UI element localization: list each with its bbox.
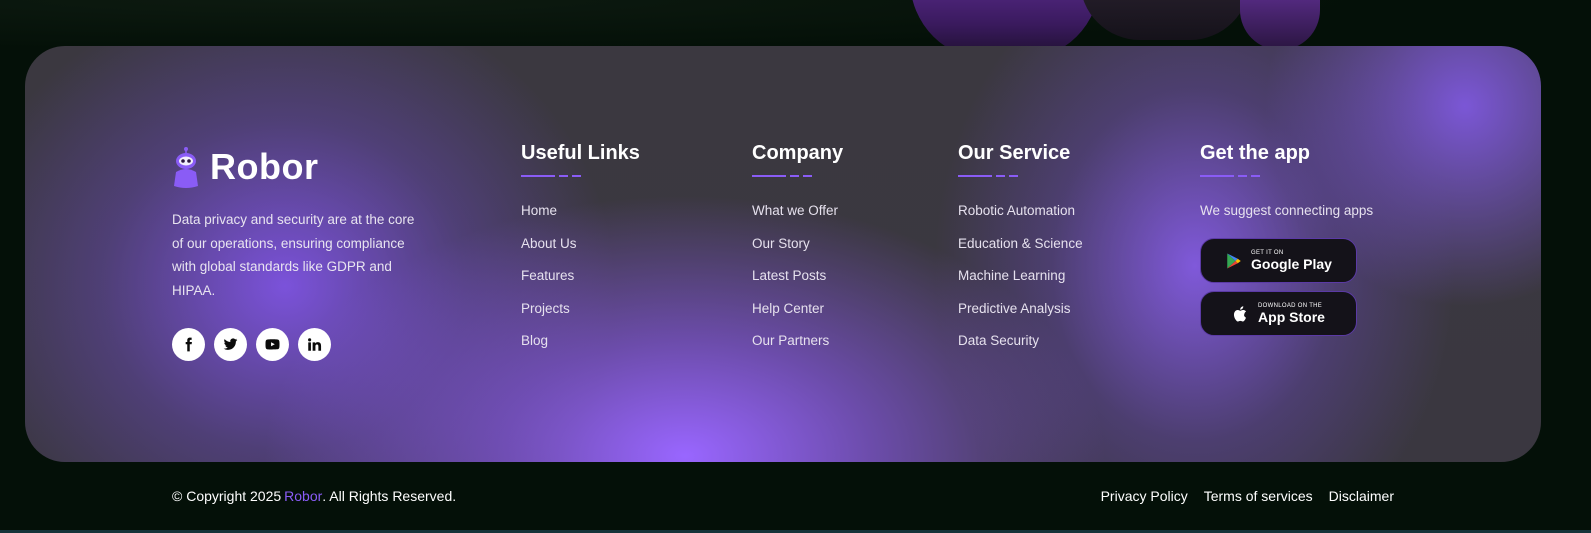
robot-body bbox=[1080, 0, 1250, 40]
get-app-column: Get the app We suggest connecting apps G… bbox=[1200, 142, 1373, 336]
facebook-button[interactable] bbox=[172, 328, 205, 361]
footer-link-latest-posts[interactable]: Latest Posts bbox=[752, 268, 843, 301]
app-store-big: App Store bbox=[1258, 309, 1325, 325]
get-app-title: Get the app bbox=[1200, 142, 1311, 164]
twitter-icon bbox=[223, 338, 238, 350]
footer-link-help-center[interactable]: Help Center bbox=[752, 301, 843, 334]
linkedin-icon bbox=[308, 338, 322, 351]
footer-link-predictive-analysis[interactable]: Predictive Analysis bbox=[958, 301, 1083, 334]
footer-link-what-we-offer[interactable]: What we Offer bbox=[752, 203, 843, 236]
footer-brand[interactable]: Robor bbox=[172, 146, 318, 188]
our-service-list: Robotic Automation Education & Science M… bbox=[958, 203, 1083, 366]
footer-link-blog[interactable]: Blog bbox=[521, 333, 640, 366]
footer-link-robotic-automation[interactable]: Robotic Automation bbox=[958, 203, 1083, 236]
our-service-column: Our Service Robotic Automation Education… bbox=[958, 142, 1083, 366]
footer-link-about-us[interactable]: About Us bbox=[521, 236, 640, 269]
get-app-subtitle: We suggest connecting apps bbox=[1200, 203, 1374, 218]
copyright-suffix: . All Rights Reserved. bbox=[322, 488, 457, 504]
company-column: Company What we Offer Our Story Latest P… bbox=[752, 142, 843, 366]
robot-arm-right bbox=[1240, 0, 1320, 50]
youtube-icon bbox=[265, 339, 280, 350]
footer-link-projects[interactable]: Projects bbox=[521, 301, 640, 334]
disclaimer-link[interactable]: Disclaimer bbox=[1329, 488, 1394, 504]
footer-link-education-science[interactable]: Education & Science bbox=[958, 236, 1083, 269]
google-play-button[interactable]: GET IT ON Google Play bbox=[1200, 238, 1357, 283]
copyright-prefix: © Copyright 2025 bbox=[172, 488, 282, 504]
company-title: Company bbox=[752, 142, 844, 164]
google-play-big: Google Play bbox=[1251, 256, 1332, 272]
terms-of-services-link[interactable]: Terms of services bbox=[1204, 488, 1313, 504]
title-underline bbox=[958, 175, 1083, 177]
apple-icon bbox=[1234, 305, 1247, 322]
privacy-policy-link[interactable]: Privacy Policy bbox=[1101, 488, 1188, 504]
useful-links-title: Useful Links bbox=[521, 142, 640, 164]
legal-links: Privacy Policy Terms of services Disclai… bbox=[1101, 488, 1394, 504]
linkedin-button[interactable] bbox=[298, 328, 331, 361]
footer-link-our-story[interactable]: Our Story bbox=[752, 236, 843, 269]
footer-link-machine-learning[interactable]: Machine Learning bbox=[958, 268, 1083, 301]
brand-description: Data privacy and security are at the cor… bbox=[172, 212, 415, 298]
app-store-button[interactable]: DOWNLOAD ON THE App Store bbox=[1200, 291, 1357, 336]
social-links bbox=[172, 328, 331, 361]
useful-links-list: Home About Us Features Projects Blog bbox=[521, 203, 640, 366]
brand-name: Robor bbox=[210, 146, 319, 187]
title-underline bbox=[1200, 175, 1373, 177]
twitter-button[interactable] bbox=[214, 328, 247, 361]
google-play-icon bbox=[1227, 253, 1241, 268]
title-underline bbox=[521, 175, 640, 177]
footer-bottom-bar: © Copyright 2025 Robor. All Rights Reser… bbox=[172, 488, 1394, 504]
robot-logo-icon bbox=[174, 147, 198, 188]
company-list: What we Offer Our Story Latest Posts Hel… bbox=[752, 203, 843, 366]
facebook-icon bbox=[185, 337, 192, 352]
our-service-title: Our Service bbox=[958, 142, 1071, 164]
copyright-text: © Copyright 2025 Robor. All Rights Reser… bbox=[172, 488, 456, 504]
footer-link-our-partners[interactable]: Our Partners bbox=[752, 333, 843, 366]
copyright-brand-link[interactable]: Robor bbox=[284, 488, 322, 504]
footer-link-home[interactable]: Home bbox=[521, 203, 640, 236]
title-underline bbox=[752, 175, 843, 177]
youtube-button[interactable] bbox=[256, 328, 289, 361]
footer-link-features[interactable]: Features bbox=[521, 268, 640, 301]
useful-links-column: Useful Links Home About Us Features Proj… bbox=[521, 142, 640, 366]
footer-link-data-security[interactable]: Data Security bbox=[958, 333, 1083, 366]
